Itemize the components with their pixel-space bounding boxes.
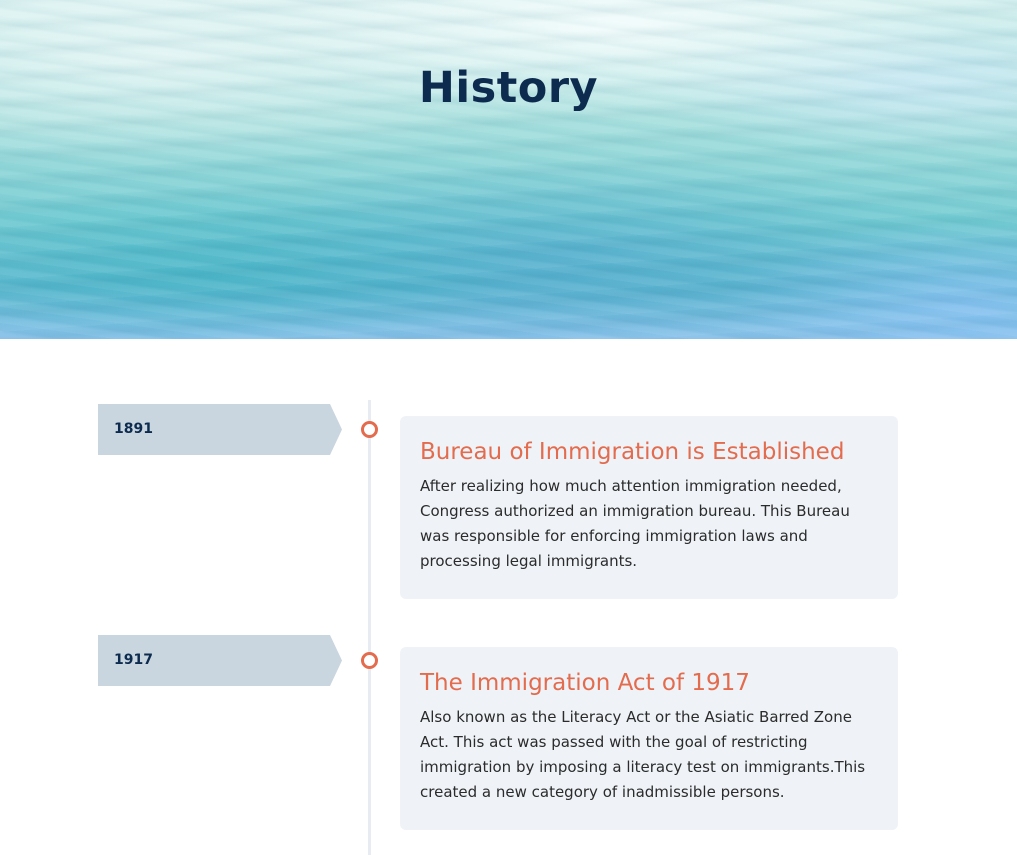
timeline-card-1917: The Immigration Act of 1917 Also known a…: [400, 647, 898, 830]
card-body: After realizing how much attention immig…: [420, 477, 850, 570]
year-tab-1917: 1917: [98, 635, 342, 686]
year-label: 1891: [114, 421, 153, 437]
card-body: Also known as the Literacy Act or the As…: [420, 708, 866, 801]
page-title: History: [418, 63, 599, 113]
timeline-dot-icon: [361, 652, 378, 669]
timeline-dot-icon: [361, 421, 378, 438]
timeline-card-1891: Bureau of Immigration is Established Aft…: [400, 416, 898, 599]
timeline-vertical-line: [368, 400, 371, 855]
card-title: Bureau of Immigration is Established: [420, 439, 845, 465]
card-title: The Immigration Act of 1917: [420, 670, 750, 696]
hero-banner: History: [0, 0, 1017, 339]
year-tab-1891: 1891: [98, 404, 342, 455]
year-label: 1917: [114, 652, 153, 668]
watercolor-background: [0, 0, 1017, 339]
